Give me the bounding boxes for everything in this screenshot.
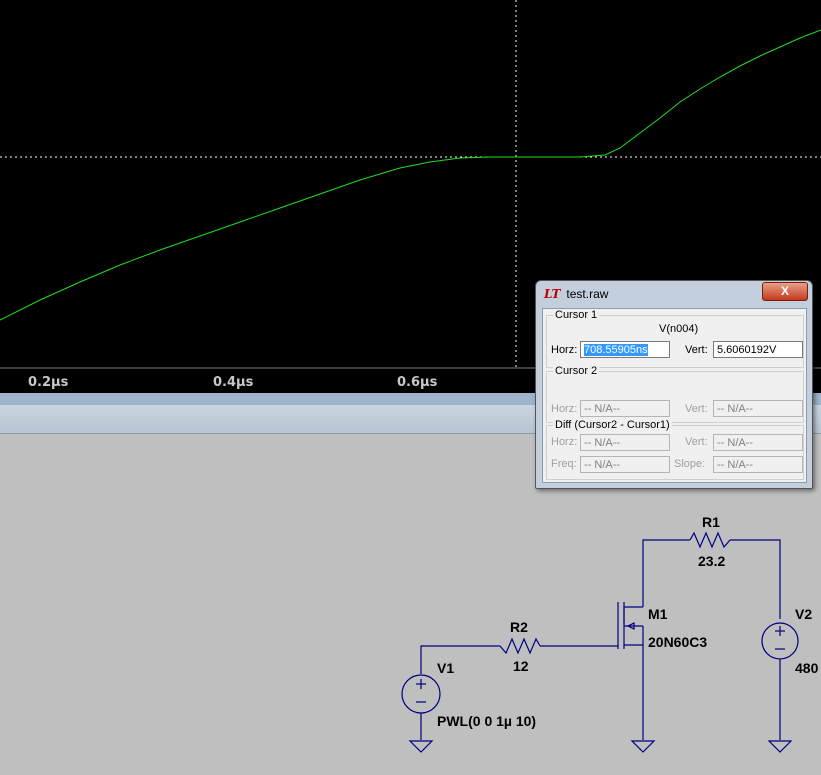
diff-horz-field: -- N/A-- <box>580 434 670 451</box>
m1-model[interactable]: 20N60C3 <box>648 634 707 650</box>
cursor1-group: Cursor 1 V(n004) Horz: 708.55905ns Vert:… <box>546 309 804 368</box>
cursor2-title: Cursor 2 <box>553 365 600 377</box>
r2-value[interactable]: 12 <box>513 658 529 674</box>
diff-vert-label: Vert: <box>685 436 708 448</box>
cursor2-vert-field: -- N/A-- <box>713 400 803 417</box>
cursor1-horz-value: 708.55905ns <box>584 344 648 356</box>
diff-slope-label: Slope: <box>674 458 706 470</box>
cursor2-vert-label: Vert: <box>685 403 708 415</box>
r1-resistor[interactable] <box>689 531 731 549</box>
cursor1-horz-field[interactable]: 708.55905ns <box>580 341 670 358</box>
wire[interactable] <box>642 539 690 607</box>
cursor2-group: Cursor 2 Horz: -- N/A-- Vert: -- N/A-- <box>546 365 804 423</box>
wire[interactable] <box>623 606 643 624</box>
cursor1-title: Cursor 1 <box>553 309 600 321</box>
diff-slope-field: -- N/A-- <box>713 456 803 473</box>
cursor1-vert-label: Vert: <box>685 344 708 356</box>
diff-freq-field: -- N/A-- <box>580 456 670 473</box>
diff-title: Diff (Cursor2 - Cursor1) <box>553 419 672 431</box>
close-button[interactable]: X <box>762 282 808 301</box>
v2-name[interactable]: V2 <box>795 606 812 622</box>
diff-vert-field: -- N/A-- <box>713 434 803 451</box>
cursor1-vert-field[interactable]: 5.6060192V <box>713 341 803 358</box>
x-tick-label: 0.4µs <box>213 375 254 390</box>
cursor1-trace: V(n004) <box>659 323 699 335</box>
cursor2-horz-field: -- N/A-- <box>580 400 670 417</box>
ground-symbol <box>630 740 656 753</box>
wire[interactable] <box>624 644 644 740</box>
dialog-title-bar[interactable]: LT test.raw <box>544 287 608 301</box>
v2-value[interactable]: 480 <box>795 660 818 676</box>
dialog-body: Cursor 1 V(n004) Horz: 708.55905ns Vert:… <box>542 308 807 483</box>
dialog-title: test.raw <box>566 287 609 301</box>
r1-value[interactable]: 23.2 <box>698 553 725 569</box>
diff-group: Diff (Cursor2 - Cursor1) Horz: -- N/A-- … <box>546 419 804 480</box>
r1-name[interactable]: R1 <box>702 514 720 530</box>
ground-symbol <box>408 740 434 753</box>
x-tick-label: 0.2µs <box>28 375 69 390</box>
r2-name[interactable]: R2 <box>510 619 528 635</box>
wire[interactable] <box>730 539 781 619</box>
trace-v-n004 <box>0 29 821 321</box>
v1-value[interactable]: PWL(0 0 1µ 10) <box>437 713 536 729</box>
ground-symbol <box>767 740 793 753</box>
cursor-dialog: LT test.raw X Cursor 1 V(n004) Horz: 708.… <box>535 280 813 489</box>
m1-name[interactable]: M1 <box>648 606 667 622</box>
x-tick-label: 0.6µs <box>397 375 438 390</box>
cursor2-horz-label: Horz: <box>551 403 578 415</box>
r2-resistor[interactable] <box>499 637 541 655</box>
wire[interactable] <box>420 645 500 674</box>
ltspice-logo-icon: LT <box>544 287 561 301</box>
v1-name[interactable]: V1 <box>437 660 454 676</box>
diff-freq-label: Freq: <box>551 458 577 470</box>
cursor1-horz-label: Horz: <box>551 344 578 356</box>
diff-horz-label: Horz: <box>551 436 578 448</box>
